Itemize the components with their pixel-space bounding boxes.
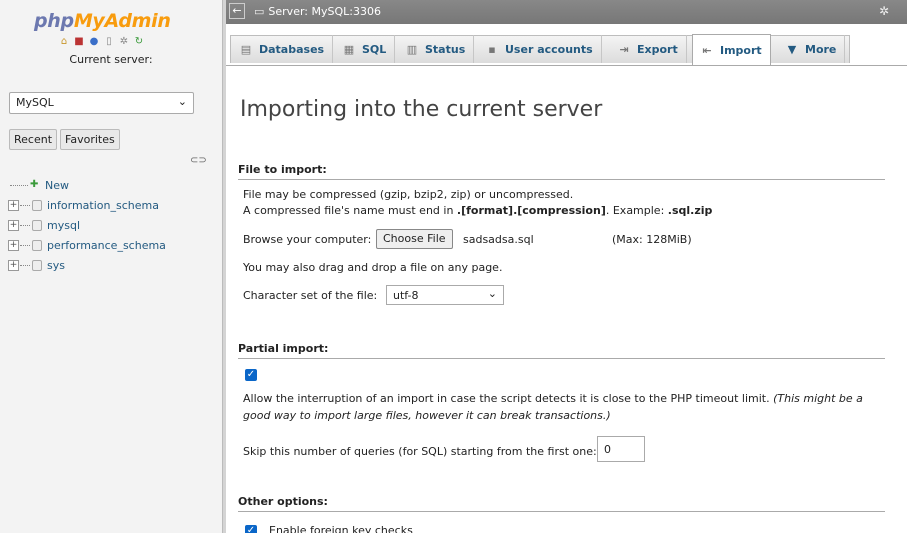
expand-icon[interactable]: + <box>8 259 19 271</box>
tree-line <box>20 264 30 266</box>
tab-databases[interactable]: ▤ Databases <box>232 35 334 63</box>
tab-label: Databases <box>259 42 325 56</box>
server-select[interactable]: MySQL ⌄ <box>9 92 194 114</box>
tree-item-performance-schema[interactable]: + performance_schema <box>8 235 166 255</box>
database-icon <box>32 239 42 251</box>
server-icon: ▭ <box>254 5 265 18</box>
tree-item-label: information_schema <box>47 198 159 212</box>
allow-interrupt-label: Allow the interruption of an import in c… <box>243 390 883 424</box>
tab-label: Import <box>720 43 762 57</box>
tab-label: Export <box>637 42 678 56</box>
sql-icon: ▦ <box>343 42 355 56</box>
status-icon: ▥ <box>406 42 418 56</box>
choose-file-button[interactable]: Choose File <box>376 229 453 249</box>
tree-item-label: New <box>45 178 69 192</box>
logout-icon[interactable]: ■ <box>73 36 85 48</box>
compression-format: .[format].[compression] <box>456 204 606 217</box>
tree-item-sys[interactable]: + sys <box>8 255 166 275</box>
tree-item-label: performance_schema <box>47 238 166 252</box>
database-icon: ▤ <box>240 42 252 56</box>
foreign-key-label: Enable foreign key checks <box>269 524 413 533</box>
allow-interrupt-text: Allow the interruption of an import in c… <box>243 392 770 405</box>
current-server-label: Current server: <box>69 53 153 66</box>
tab-label: User accounts <box>505 42 593 56</box>
database-tree: ✚ New + information_schema + mysql + per… <box>8 175 166 275</box>
tab-export[interactable]: ⇥ Export <box>610 35 687 63</box>
gear-icon[interactable]: ✲ <box>879 4 889 18</box>
tab-user-accounts[interactable]: ▪ User accounts <box>478 35 602 63</box>
tree-line <box>20 224 30 226</box>
server-select-value: MySQL <box>16 96 54 109</box>
tree-line <box>20 204 30 206</box>
server-breadcrumb-bar: ← ▭ Server: MySQL:3306 ✲ <box>226 0 907 24</box>
collapse-nav-icon[interactable]: ← <box>229 3 245 19</box>
new-database-icon: ✚ <box>30 179 39 190</box>
compression-filename-info: A compressed file's name must end in .[f… <box>243 204 712 217</box>
settings-icon[interactable]: ✲ <box>118 36 130 48</box>
logo-text-php: php <box>34 10 74 32</box>
main-tabs: ▤ Databases ▦ SQL ▥ Status ▪ User accounts ⇥… <box>226 24 907 66</box>
link-with-main-icon[interactable]: ⊂⊃ <box>190 155 207 166</box>
charset-label: Character set of the file: <box>243 289 378 302</box>
chevron-down-icon: ⌄ <box>177 95 187 108</box>
max-upload-size: (Max: 128MiB) <box>612 233 692 246</box>
nav-tab-favorites[interactable]: Favorites <box>60 129 120 150</box>
nav-icon-bar: ⌂ ■ ● ▯ ✲ ↻ <box>58 36 145 48</box>
tab-label: More <box>805 42 837 56</box>
main-content: Importing into the current server File t… <box>226 67 907 533</box>
compression-example: .sql.zip <box>667 204 713 217</box>
docs-icon[interactable]: ▯ <box>103 36 115 48</box>
drag-drop-hint: You may also drag and drop a file on any… <box>243 261 503 274</box>
nav-tabs: Recent Favorites <box>9 129 120 150</box>
compression-info: File may be compressed (gzip, bzip2, zip… <box>243 188 574 201</box>
tree-item-information-schema[interactable]: + information_schema <box>8 195 166 215</box>
compression-text: A compressed file's name must end in <box>243 204 457 217</box>
tree-item-mysql[interactable]: + mysql <box>8 215 166 235</box>
skip-queries-label: Skip this number of queries (for SQL) st… <box>243 445 597 458</box>
tree-item-label: sys <box>47 258 65 272</box>
tree-item-new[interactable]: ✚ New <box>8 175 166 195</box>
expand-icon[interactable]: + <box>8 199 19 211</box>
file-to-import-heading: File to import: <box>238 163 885 180</box>
tab-label: Status <box>425 42 466 56</box>
charset-select[interactable]: utf-8 ⌄ <box>386 285 504 305</box>
tab-label: SQL <box>362 42 387 56</box>
logo-text-myadmin: MyAdmin <box>73 10 171 32</box>
chevron-down-icon: ⌄ <box>487 287 497 300</box>
tab-import[interactable]: ⇤ Import <box>692 34 771 65</box>
phpmyadmin-logo[interactable]: phpMyAdmin <box>34 10 171 32</box>
server-breadcrumb[interactable]: ▭ Server: MySQL:3306 <box>254 5 381 18</box>
users-icon: ▪ <box>488 42 496 56</box>
server-breadcrumb-label: Server: MySQL:3306 <box>268 5 381 18</box>
partial-import-heading: Partial import: <box>238 342 885 359</box>
expand-icon[interactable]: + <box>8 219 19 231</box>
charset-select-value: utf-8 <box>393 289 419 302</box>
other-options-heading: Other options: <box>238 495 885 512</box>
tab-status[interactable]: ▥ Status <box>398 35 475 63</box>
database-icon <box>32 259 42 271</box>
allow-interrupt-checkbox[interactable]: ✓ <box>245 369 257 381</box>
page-title: Importing into the current server <box>240 97 603 122</box>
help-icon[interactable]: ● <box>88 36 100 48</box>
compression-text: . Example: <box>605 204 668 217</box>
tab-sql[interactable]: ▦ SQL <box>335 35 396 63</box>
database-icon <box>32 199 42 211</box>
tree-item-label: mysql <box>47 218 80 232</box>
expand-icon[interactable]: + <box>8 239 19 251</box>
navigation-panel: phpMyAdmin ⌂ ■ ● ▯ ✲ ↻ Current server: M… <box>0 0 222 533</box>
reload-icon[interactable]: ↻ <box>133 36 145 48</box>
import-icon: ⇤ <box>702 43 712 57</box>
skip-queries-input[interactable]: 0 <box>597 436 645 462</box>
export-icon: ⇥ <box>619 42 629 56</box>
chevron-down-icon: ▼ <box>787 42 797 56</box>
tab-more[interactable]: ▼ More <box>778 35 846 63</box>
home-icon[interactable]: ⌂ <box>58 36 70 48</box>
database-icon <box>32 219 42 231</box>
chosen-file-name: sadsadsa.sql <box>463 233 534 246</box>
tree-line <box>20 244 30 246</box>
foreign-key-checkbox[interactable]: ✓ <box>245 525 257 533</box>
tree-line <box>10 184 28 186</box>
browse-label: Browse your computer: <box>243 233 372 246</box>
nav-tab-recent[interactable]: Recent <box>9 129 58 150</box>
